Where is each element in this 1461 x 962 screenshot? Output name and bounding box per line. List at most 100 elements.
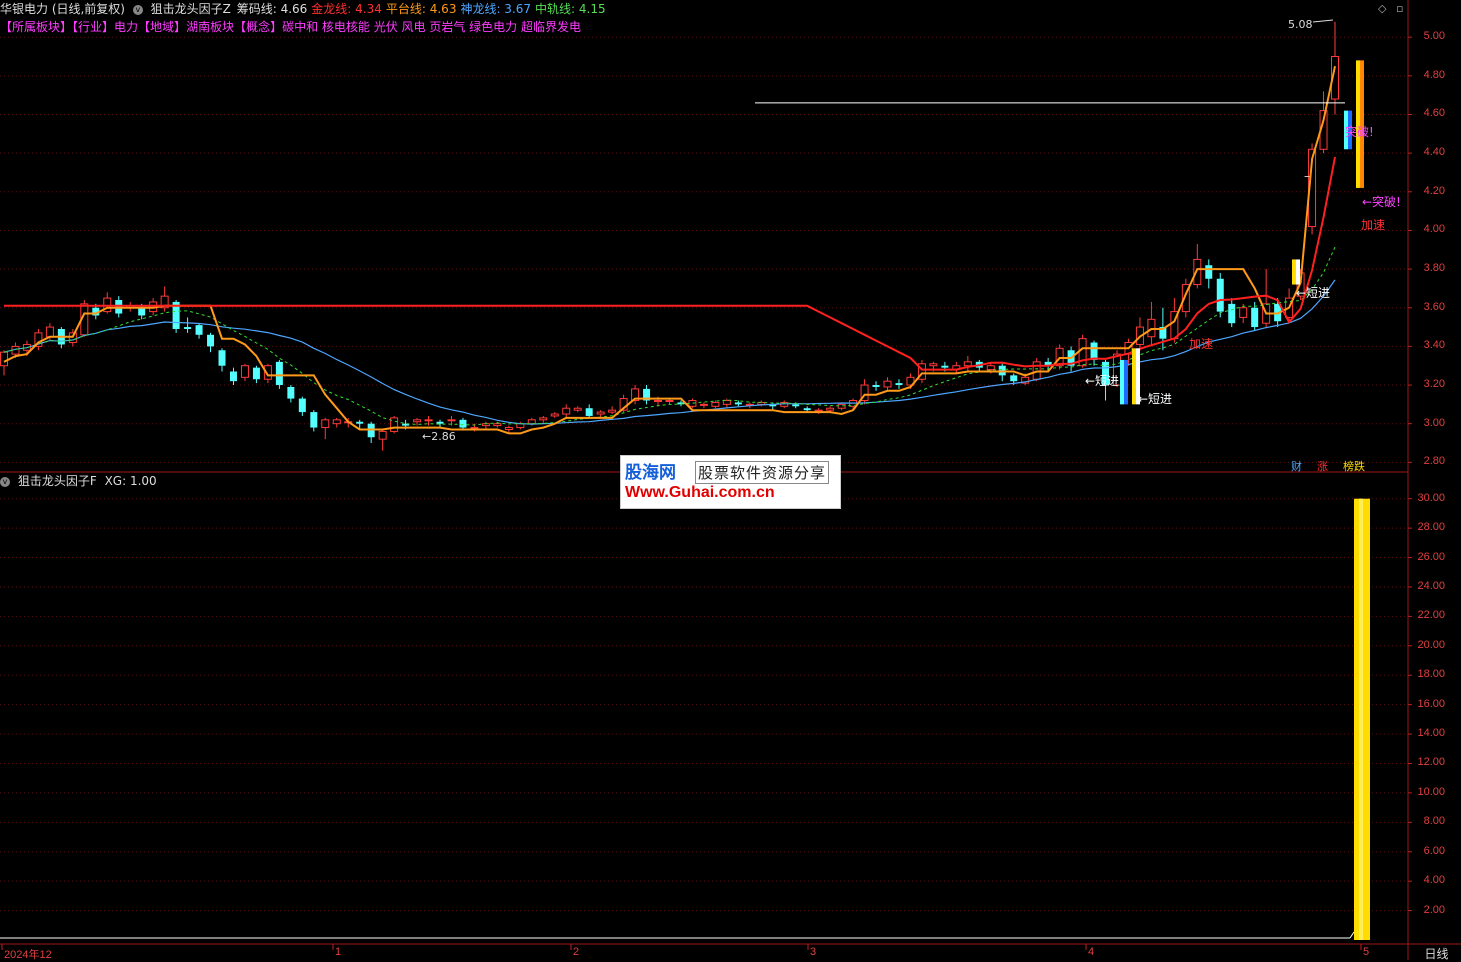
candle-body [493,423,502,427]
sector-tag-0[interactable]: 【所属板块】 [0,20,72,34]
short-entry-label: ←短进 [1085,374,1119,388]
sector-tag-3[interactable]: 【地域】 [138,20,186,34]
metric-4: 中轨线: 4.15 [535,2,606,16]
candle-body [562,407,571,415]
accelerate-label: 加速 [1361,218,1385,232]
candle-body [45,326,54,338]
candle-body [654,399,663,402]
sector-tags: 【所属板块】【行业】电力【地域】湖南板块【概念】碳中和 核电核能 光伏 风电 页… [0,19,581,35]
period-button[interactable]: 日线 [1412,945,1461,961]
sector-tag-2[interactable]: 电力 [114,20,138,34]
candle-body [585,408,593,416]
candle-body [1239,307,1248,318]
accelerate-label: 加速 [1189,337,1213,351]
diamond-icon[interactable]: ◇ [1378,2,1386,15]
candle-body [310,412,318,428]
candle-body [275,361,283,386]
y-tick-label-lower: 28.00 [1417,521,1445,534]
candle-body [814,409,823,412]
candle-body [287,386,295,399]
candle-body [550,413,559,417]
y-tick-label-lower: 2.00 [1423,903,1445,916]
badge-1[interactable]: 涨 [1315,458,1330,474]
expand-icon[interactable]: ▫ [1396,2,1403,15]
x-tick-label: 2 [573,946,580,958]
candle-body [527,419,536,425]
candle-body [826,407,835,411]
candle-body [539,417,548,421]
candle-body [356,421,364,424]
stock-title[interactable]: 华银电力 (日线,前复权) [0,2,125,16]
badge-0[interactable]: 财 [1289,458,1304,474]
candle-body [1205,265,1213,279]
cost-line [4,156,1336,371]
y-tick-label: 3.40 [1423,339,1445,352]
candle-body [699,403,708,406]
watermark-brand: 股海网 [625,463,676,483]
y-tick-label-lower: 18.00 [1417,668,1445,681]
low-label: ←2.86 [422,430,456,443]
sector-tag-6[interactable]: 碳中和 核电核能 光伏 风电 页岩气 绿色电力 超临界发电 [282,20,581,34]
sector-tag-1[interactable]: 【行业】 [72,20,114,34]
candle-body [596,411,605,415]
lower-indicator-select-icon[interactable]: v [0,476,10,487]
breakout-label: 突破! [1345,124,1374,139]
y-tick-label-lower: 30.00 [1417,491,1445,504]
indicator-select-icon[interactable]: v [132,4,143,15]
candle-body [734,402,742,405]
candle-body [1010,375,1018,382]
signal-bar [1120,359,1124,405]
short-entry-label: ←短进 [1296,286,1330,300]
indicator-name[interactable]: 狙击龙头因子Z [151,2,231,16]
candle-body [803,408,811,411]
xg-baseline [1349,931,1355,939]
candle-body [573,407,582,411]
x-tick-label: 3 [810,946,817,958]
candle-body [207,334,215,347]
y-tick-label-lower: 14.00 [1417,727,1445,740]
y-tick-label-lower: 20.00 [1417,638,1445,651]
candle-body [321,419,330,429]
sector-tag-4[interactable]: 湖南板块 [186,20,234,34]
candle-body [504,427,513,430]
candle-body [963,361,972,367]
candle-body [711,401,720,407]
candle-body [252,367,260,380]
candle-body [138,307,146,316]
candle-body [436,421,444,424]
breakout-label: ←突破! [1362,194,1401,209]
candle-body [941,365,949,368]
x-tick-label: 1 [335,946,342,958]
y-tick-label-lower: 4.00 [1423,874,1445,887]
candle-body [240,365,249,378]
y-tick-label-lower: 12.00 [1417,756,1445,769]
short-entry-label: ←短进 [1138,392,1172,406]
candle-body [298,398,306,413]
sector-tag-5[interactable]: 【概念】 [234,20,282,34]
y-tick-label: 3.60 [1423,300,1445,313]
candle-body [722,399,731,405]
y-tick-label-lower: 8.00 [1423,815,1445,828]
metric-0: 筹码线: 4.66 [236,2,308,16]
lower-indicator-name[interactable]: 狙击龙头因子F [18,474,97,488]
badge-2[interactable]: 榜跌 [1341,458,1367,474]
candle-body [1193,258,1202,286]
candle-body [332,419,341,425]
xg-value: XG: 1.00 [104,474,157,488]
watermark-banner: 股海网 股票软件资源分享 Www.Guhai.com.cn [620,455,841,509]
xg-signal-bar-inner [1359,498,1363,940]
candle-body [1228,303,1236,324]
y-tick-label: 5.00 [1423,30,1445,43]
y-tick-label: 3.20 [1423,378,1445,391]
candle-body [895,383,903,386]
candle-body [872,385,880,387]
candle-body [986,365,995,371]
candle-body [447,419,456,422]
lower-header: v 狙击龙头因子F XG: 1.00 [0,473,161,489]
y-tick-label-lower: 16.00 [1417,697,1445,710]
y-tick-label: 4.80 [1423,68,1445,81]
watermark-subtitle: 股票软件资源分享 [695,461,830,484]
y-tick-label: 3.00 [1423,416,1445,429]
header-bar: 华银电力 (日线,前复权) v 狙击龙头因子Z 筹码线: 4.66 金龙线: 4.… [0,1,614,17]
y-tick-label: 4.00 [1423,223,1445,236]
